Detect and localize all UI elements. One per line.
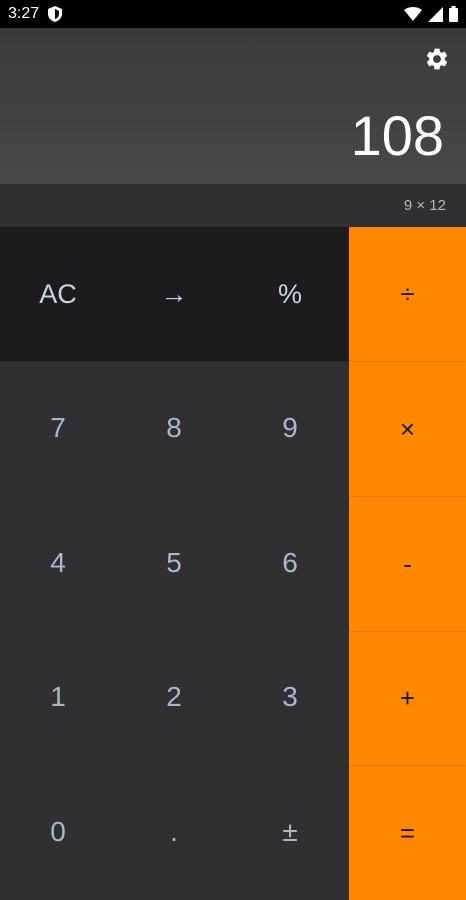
calculator-display: 108 [0,28,466,184]
digit-9-button[interactable]: 9 [232,361,348,495]
backspace-button-label: → [160,278,188,309]
clear-button[interactable]: AC [0,227,116,361]
percent-button[interactable]: % [232,227,348,361]
plus-minus-button[interactable]: ± [232,765,348,899]
digit-3-button[interactable]: 3 [232,630,348,764]
plus-minus-label: ± [282,816,298,847]
operator-column: ÷ × - + = [349,227,466,900]
backspace-button[interactable]: → [116,227,232,361]
multiply-label: × [399,413,416,444]
digit-label: 4 [50,547,66,578]
digit-label: 2 [166,681,182,712]
divide-label: ÷ [400,278,415,309]
digit-1-button[interactable]: 1 [0,630,116,764]
battery-icon [449,6,458,22]
gear-icon[interactable] [424,46,450,72]
digit-2-button[interactable]: 2 [116,630,232,764]
status-bar: 3:27 [0,0,466,28]
digit-label: 0 [50,816,66,847]
clear-button-label: AC [39,278,77,309]
wifi-icon [404,7,422,21]
decimal-point-button[interactable]: . [116,765,232,899]
function-row: AC → % [0,227,349,361]
digit-label: 7 [50,412,66,443]
add-button[interactable]: + [349,631,466,765]
add-label: + [399,682,416,713]
calculator-screen: 3:27 108 9 × 12 AC → % 7 8 9 4 5 6 1 2 3… [0,0,466,900]
subtract-label: - [403,548,412,579]
signal-icon [428,6,443,22]
result-display: 108 [350,104,444,167]
divide-button[interactable]: ÷ [349,227,466,361]
digit-4-button[interactable]: 4 [0,496,116,630]
decimal-point-label: . [170,816,178,847]
multiply-button[interactable]: × [349,362,466,496]
shield-icon [48,6,62,22]
number-pad: 7 8 9 4 5 6 1 2 3 0 . ± [0,361,349,900]
digit-5-button[interactable]: 5 [116,496,232,630]
digit-7-button[interactable]: 7 [0,361,116,495]
digit-6-button[interactable]: 6 [232,496,348,630]
digit-label: 3 [282,681,298,712]
keypad: AC → % 7 8 9 4 5 6 1 2 3 0 . ± ÷ × - + = [0,227,466,900]
digit-label: 5 [166,547,182,578]
equals-label: = [399,817,416,848]
digit-0-button[interactable]: 0 [0,765,116,899]
digit-label: 1 [50,681,66,712]
status-time: 3:27 [8,5,40,22]
expression-bar: 9 × 12 [0,184,466,227]
status-icons [404,4,458,24]
digit-label: 6 [282,547,298,578]
equals-button[interactable]: = [349,766,466,900]
subtract-button[interactable]: - [349,497,466,631]
digit-label: 9 [282,412,298,443]
percent-button-label: % [277,278,302,309]
digit-8-button[interactable]: 8 [116,361,232,495]
expression-display: 9 × 12 [403,197,446,214]
digit-label: 8 [166,412,182,443]
